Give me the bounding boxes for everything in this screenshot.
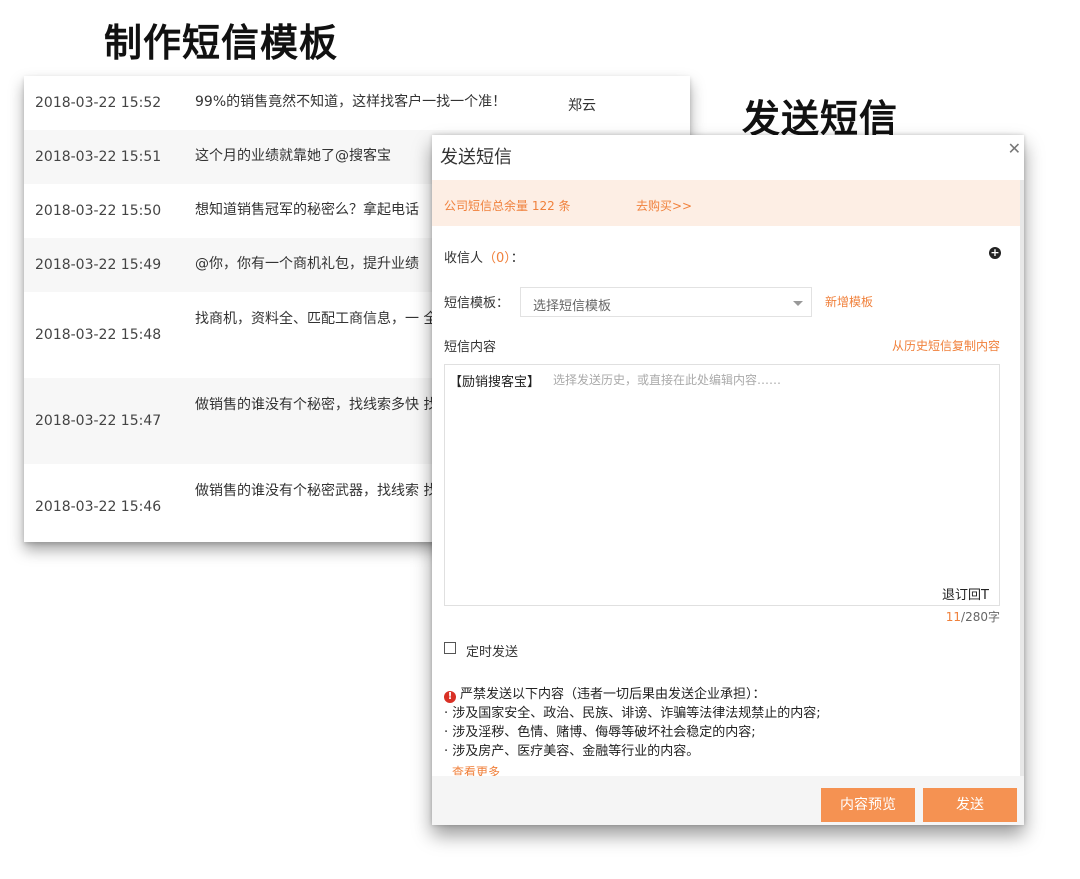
sms-unsubscribe-signature: 退订回T — [942, 588, 989, 603]
alert-icon: ! — [444, 691, 456, 703]
chevron-down-icon — [793, 301, 803, 306]
prohibited-content-warning: ! 严禁发送以下内容（违者一切后果由发送企业承担）： · 涉及国家安全、政治、民族… — [444, 685, 1004, 761]
list-item-content: 99%的销售竟然不知道，这样找客户一找一个准！ — [195, 94, 507, 110]
list-item-author: 郑云 — [568, 98, 596, 114]
dialog-footer: 内容预览 发送 — [432, 776, 1024, 825]
sms-content-input[interactable] — [553, 370, 973, 390]
close-icon[interactable]: ✕ — [1008, 139, 1021, 158]
list-item-time: 2018-03-22 15:50 — [35, 203, 162, 219]
warning-item: · 涉及淫秽、色情、赌博、侮辱等破坏社会稳定的内容; — [444, 725, 756, 740]
dialog-title: 发送短信 — [440, 147, 512, 168]
warning-item: · 涉及房产、医疗美容、金融等行业的内容。 — [444, 744, 700, 759]
list-item-time: 2018-03-22 15:47 — [35, 413, 162, 429]
char-count-limit: /280字 — [961, 610, 1000, 624]
char-counter: 11/280字 — [946, 608, 1000, 625]
list-item-time: 2018-03-22 15:48 — [35, 327, 162, 343]
new-template-link[interactable]: 新增模板 — [825, 293, 873, 310]
list-item[interactable]: 2018-03-22 15:52 99%的销售竟然不知道，这样找客户一找一个准！… — [24, 76, 690, 130]
template-select[interactable]: 选择短信模板 — [520, 287, 812, 317]
recipient-label-text: 收信人 — [444, 251, 484, 266]
buy-link[interactable]: 去购买>> — [636, 197, 692, 214]
schedule-checkbox[interactable] — [444, 642, 456, 654]
send-sms-dialog: 发送短信 ✕ 公司短信总余量 122 条 去购买>> 收信人（0）： + 短信模… — [432, 135, 1024, 825]
dialog-scrollbar[interactable] — [1020, 180, 1024, 780]
recipient-count: （0） — [483, 251, 511, 266]
copy-history-link[interactable]: 从历史短信复制内容 — [892, 337, 1000, 354]
sms-prefix: 【励销搜客宝】 — [449, 375, 541, 390]
balance-notice: 公司短信总余量 122 条 去购买>> — [432, 180, 1022, 226]
template-select-value: 选择短信模板 — [533, 299, 612, 314]
list-item-time: 2018-03-22 15:49 — [35, 257, 162, 273]
warning-item: · 涉及国家安全、政治、民族、诽谤、诈骗等法律法规禁止的内容; — [444, 706, 821, 721]
char-count-current: 11 — [945, 610, 962, 624]
send-button[interactable]: 发送 — [923, 788, 1017, 822]
list-item-time: 2018-03-22 15:52 — [35, 95, 162, 111]
warning-title-row: ! 严禁发送以下内容（违者一切后果由发送企业承担）： — [444, 685, 1004, 704]
warning-title: 严禁发送以下内容（违者一切后果由发送企业承担）： — [460, 687, 766, 702]
recipient-label: 收信人（0）： — [444, 247, 524, 266]
content-label: 短信内容 — [444, 340, 497, 355]
sms-balance-text: 公司短信总余量 122 条 — [444, 199, 571, 213]
sms-content-box[interactable]: 【励销搜客宝】 退订回T — [444, 364, 1000, 606]
preview-button[interactable]: 内容预览 — [821, 788, 915, 822]
recipient-colon: ： — [510, 251, 524, 266]
schedule-label[interactable]: 定时发送 — [466, 641, 518, 660]
list-item-time: 2018-03-22 15:46 — [35, 499, 162, 515]
add-recipient-icon[interactable]: + — [989, 247, 1001, 259]
heading-make-template: 制作短信模板 — [104, 21, 339, 65]
list-item-time: 2018-03-22 15:51 — [35, 149, 162, 165]
dialog-header: 发送短信 ✕ — [432, 135, 1024, 180]
template-label: 短信模板： — [444, 296, 510, 311]
